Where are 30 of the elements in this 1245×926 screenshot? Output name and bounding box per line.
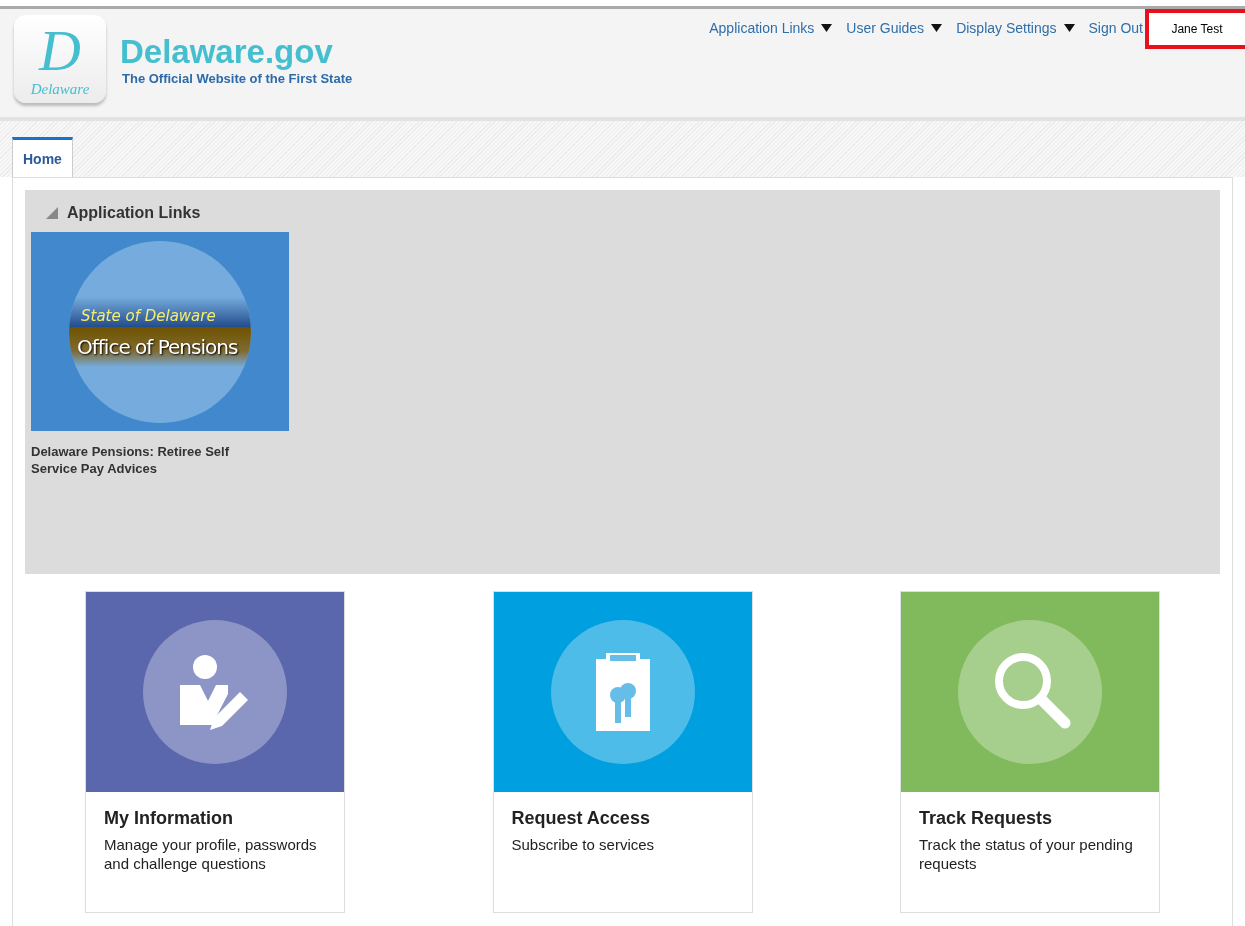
tagline: The Official Website of the First State	[122, 70, 353, 86]
caret-icon	[931, 24, 943, 32]
card-background[interactable]: Track Requests Track the status of your pending requests	[900, 591, 1160, 913]
badge-title: Office of Pensions	[77, 334, 238, 359]
card-description: Track the status of your pending requests	[919, 835, 1134, 873]
app-link[interactable]: Delaware Pensions: Retiree Self Service Pay Advices	[31, 443, 271, 477]
card-title: Request Access	[511, 808, 651, 829]
nav-link[interactable]: Display Settings	[956, 20, 1075, 36]
person-edit-icon	[142, 619, 288, 765]
card-background[interactable]: My Information Manage your profile, passwords and challenge questions	[85, 591, 345, 913]
nav-link[interactable]: Application Links	[709, 20, 833, 36]
card-background[interactable]: Request Access Subscribe to services	[492, 591, 753, 913]
search-icon	[957, 619, 1103, 765]
badge-subtitle: State of Delaware	[81, 306, 216, 325]
tab[interactable]: Home	[12, 137, 73, 177]
caret-icon	[821, 24, 833, 32]
logo-letter: D	[39, 20, 81, 81]
logo-caption: Delaware	[30, 80, 90, 98]
pensions-tile[interactable]: State of Delaware Office of Pensions	[31, 232, 289, 431]
nav-link[interactable]: Sign Out	[1088, 20, 1143, 36]
clipboard-key-icon	[549, 619, 696, 765]
card-title: My Information	[104, 808, 234, 829]
nav-link[interactable]: User Guides	[846, 20, 943, 36]
section-title: Application Links	[67, 204, 201, 222]
card-title: Track Requests	[919, 808, 1054, 829]
caret-icon	[1063, 24, 1075, 32]
user-name: Jane Test	[1145, 9, 1245, 49]
card-description: Subscribe to services	[511, 835, 656, 854]
collapse-icon[interactable]	[45, 206, 59, 220]
card-description: Manage your profile, passwords and challenge questions	[104, 835, 318, 873]
